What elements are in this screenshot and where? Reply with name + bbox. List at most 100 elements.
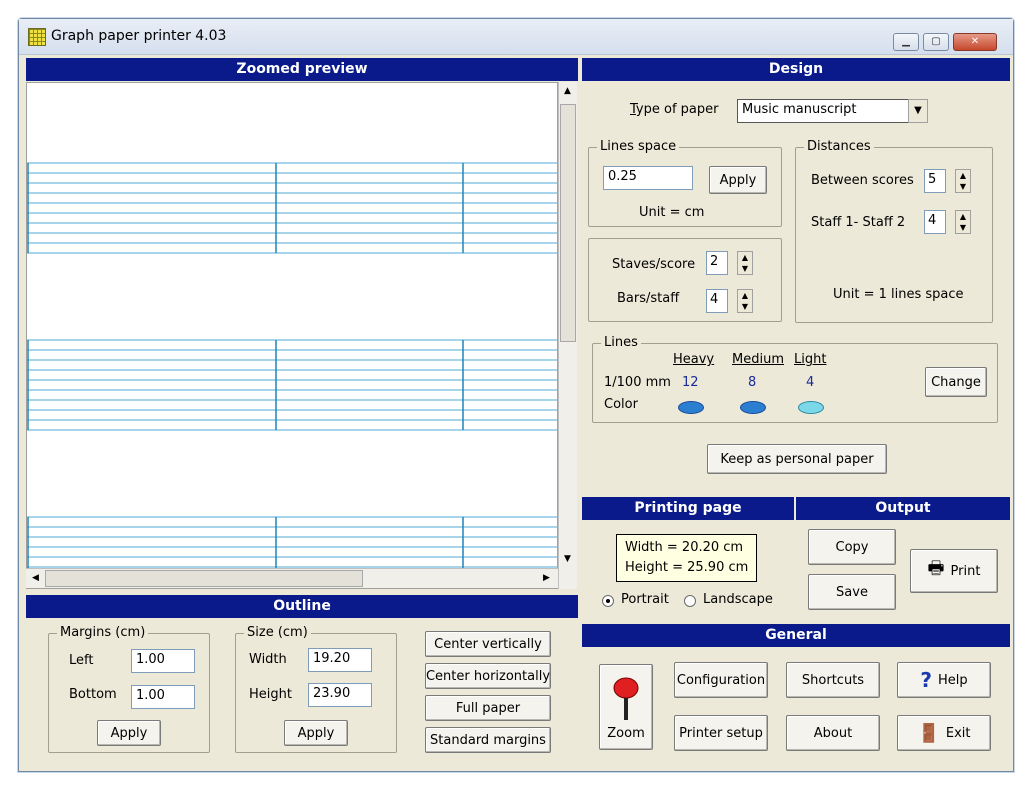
scroll-left-arrow-icon[interactable]: ◀	[27, 570, 44, 587]
landscape-label: Landscape	[703, 592, 773, 607]
margin-bottom-label: Bottom	[69, 687, 117, 702]
zoom-magnifier-icon	[613, 677, 639, 720]
distances-unit: Unit = 1 lines space	[833, 287, 964, 302]
minimize-button[interactable]: ▁	[893, 33, 919, 51]
full-paper-button[interactable]: Full paper	[425, 695, 551, 721]
help-button[interactable]: ? Help	[897, 662, 991, 698]
size-height-input[interactable]: 23.90	[308, 683, 372, 707]
printing-page-header: Printing page	[582, 497, 794, 520]
configuration-button[interactable]: Configuration	[674, 662, 768, 698]
outline-header: Outline	[26, 595, 578, 618]
title-bar: Graph paper printer 4.03 ▁ ▢ ✕	[19, 19, 1013, 55]
design-header: Design	[582, 58, 1010, 81]
type-of-paper-label: Type of paper	[630, 102, 719, 117]
save-label: Save	[836, 584, 868, 600]
center-horizontally-button[interactable]: Center horizontally	[425, 663, 551, 689]
portrait-radio[interactable]	[602, 595, 614, 607]
size-apply-button[interactable]: Apply	[284, 720, 348, 746]
distances-title: Distances	[804, 139, 874, 154]
light-color-swatch[interactable]	[798, 401, 824, 414]
color-label: Color	[604, 397, 638, 412]
scroll-up-arrow-icon[interactable]: ▲	[559, 83, 576, 100]
about-button[interactable]: About	[786, 715, 880, 751]
heavy-thickness-value: 12	[682, 375, 699, 390]
help-question-icon: ?	[920, 668, 932, 692]
margins-apply-button[interactable]: Apply	[97, 720, 161, 746]
landscape-radio[interactable]	[684, 595, 696, 607]
close-button[interactable]: ✕	[953, 33, 997, 51]
preview-horizontal-scrollbar[interactable]: ◀ ▶	[26, 568, 558, 588]
keep-personal-paper-button[interactable]: Keep as personal paper	[707, 444, 887, 474]
print-button[interactable]: 🖶 Print	[910, 549, 998, 593]
exit-button[interactable]: 🚪 Exit	[897, 715, 991, 751]
printer-icon: 🖶	[927, 558, 945, 579]
bars-per-staff-label: Bars/staff	[617, 291, 680, 306]
between-scores-label: Between scores	[811, 173, 914, 188]
lines-space-title: Lines space	[597, 139, 680, 154]
portrait-label: Portrait	[621, 592, 669, 607]
heavy-header[interactable]: Heavy	[673, 352, 714, 367]
copy-label: Copy	[835, 539, 869, 555]
size-height-label: Height	[249, 687, 292, 702]
output-header: Output	[796, 497, 1010, 520]
zoom-label: Zoom	[607, 725, 645, 741]
vertical-scroll-thumb[interactable]	[560, 104, 576, 342]
medium-color-swatch[interactable]	[740, 401, 766, 414]
margin-left-label: Left	[69, 653, 94, 668]
copy-button[interactable]: Copy	[808, 529, 896, 565]
page-height-text: Height = 25.90 cm	[625, 560, 749, 575]
bars-per-staff-input[interactable]: 4	[706, 289, 728, 313]
light-thickness-value: 4	[806, 375, 815, 390]
margin-left-input[interactable]: 1.00	[131, 649, 195, 673]
scroll-right-arrow-icon[interactable]: ▶	[538, 570, 555, 587]
help-label: Help	[937, 672, 968, 688]
printer-setup-button[interactable]: Printer setup	[674, 715, 768, 751]
standard-margins-button[interactable]: Standard margins	[425, 727, 551, 753]
staves-per-score-input[interactable]: 2	[706, 251, 728, 275]
preview-vertical-scrollbar[interactable]: ▲ ▼	[558, 82, 577, 589]
page-width-text: Width = 20.20 cm	[625, 540, 744, 555]
light-header[interactable]: Light	[794, 352, 826, 367]
change-button[interactable]: Change	[925, 367, 987, 397]
size-width-label: Width	[249, 652, 287, 667]
exit-label: Exit	[945, 725, 971, 741]
exit-door-icon: 🚪	[917, 722, 940, 744]
heavy-color-swatch[interactable]	[678, 401, 704, 414]
zoomed-preview-header: Zoomed preview	[26, 58, 578, 81]
size-width-input[interactable]: 19.20	[308, 648, 372, 672]
thickness-unit-label: 1/100 mm	[604, 375, 671, 390]
horizontal-scroll-thumb[interactable]	[45, 570, 363, 587]
paper-type-dropdown-arrow-icon[interactable]: ▼	[908, 99, 928, 123]
zoom-button[interactable]: Zoom	[599, 664, 653, 750]
lines-title: Lines	[601, 335, 641, 350]
lines-space-apply-button[interactable]: Apply	[709, 166, 767, 194]
shortcuts-button[interactable]: Shortcuts	[786, 662, 880, 698]
zoomed-preview-canvas	[26, 82, 558, 589]
paper-type-value: Music manuscript	[742, 102, 857, 117]
between-scores-input[interactable]: 5	[924, 169, 946, 193]
lines-space-input[interactable]: 0.25	[603, 166, 693, 190]
paper-type-select[interactable]: Music manuscript	[737, 99, 909, 123]
center-vertically-button[interactable]: Center vertically	[425, 631, 551, 657]
staff1-staff2-label: Staff 1- Staff 2	[811, 215, 906, 230]
staves-per-score-label: Staves/score	[612, 257, 696, 272]
staff1-staff2-spinner-icon[interactable]: ▲ ▼	[955, 210, 971, 234]
type-of-paper-label-text: ype of paper	[635, 102, 719, 117]
lines-space-unit: Unit = cm	[639, 205, 705, 220]
size-title: Size (cm)	[244, 625, 311, 640]
margin-bottom-input[interactable]: 1.00	[131, 685, 195, 709]
margins-title: Margins (cm)	[57, 625, 149, 640]
staves-per-score-spinner-icon[interactable]: ▲ ▼	[737, 251, 753, 275]
staff1-staff2-input[interactable]: 4	[924, 210, 946, 234]
music-staff-preview	[27, 162, 557, 588]
maximize-button[interactable]: ▢	[923, 33, 949, 51]
scroll-down-arrow-icon[interactable]: ▼	[559, 551, 576, 568]
medium-header[interactable]: Medium	[732, 352, 784, 367]
between-scores-spinner-icon[interactable]: ▲ ▼	[955, 169, 971, 193]
medium-thickness-value: 8	[748, 375, 757, 390]
bars-per-staff-spinner-icon[interactable]: ▲ ▼	[737, 289, 753, 313]
window-title: Graph paper printer 4.03	[51, 28, 227, 44]
print-label: Print	[950, 563, 981, 579]
page-size-info: Width = 20.20 cm Height = 25.90 cm	[616, 534, 758, 582]
save-button[interactable]: Save	[808, 574, 896, 610]
